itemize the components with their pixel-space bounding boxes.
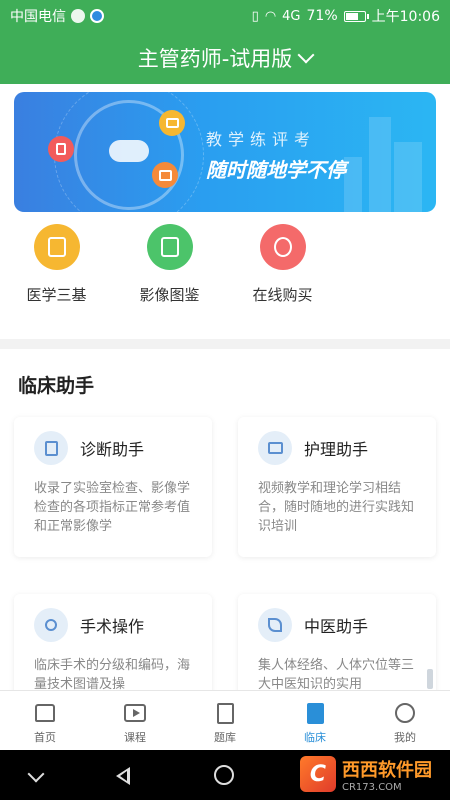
vibrate-icon: ▯ (251, 8, 259, 24)
quick-link-label: 医学三基 (26, 286, 87, 304)
tab-label: 课程 (124, 731, 146, 744)
monitor-icon (159, 110, 185, 136)
clock: 上午10:06 (371, 9, 440, 25)
battery-icon (343, 10, 369, 22)
cloud-icon (109, 140, 149, 162)
browser-icon (90, 9, 104, 23)
card-description: 视频教学和理论学习相结合，随时随地的进行实践知识培训 (258, 481, 415, 534)
video-icon (258, 431, 292, 465)
phone-icon (48, 136, 74, 162)
battery-percent: 71% (306, 8, 338, 24)
card-nursing-assistant[interactable]: 护理助手 视频教学和理论学习相结合，随时随地的进行实践知识培训 (238, 417, 436, 557)
status-bar: 中国电信 ▯ ◠ 4G 71% 上午10:06 (0, 0, 450, 32)
card-description: 临床手术的分级和编码，海量技术图谱及操 (34, 658, 191, 690)
money-bag-icon (259, 224, 306, 270)
header-title-button[interactable]: 主管药师-试用版 (0, 32, 450, 84)
tablet-icon (152, 162, 178, 188)
page-title: 主管药师-试用版 (137, 47, 293, 71)
tab-label: 题库 (214, 731, 236, 744)
watermark-site: CR173.COM (342, 781, 402, 793)
question-bank-icon (216, 702, 234, 724)
carrier-name: 中国电信 (10, 9, 66, 25)
album-icon (146, 224, 193, 270)
card-diagnosis-assistant[interactable]: 诊断助手 收录了实验室检查、影像学检查的各项指标正常参考值和正常影像学 (14, 417, 212, 557)
signal-icon: 4G (282, 8, 301, 24)
message-icon (71, 9, 85, 23)
watermark-logo: C (300, 756, 336, 792)
card-title: 护理助手 (304, 440, 369, 459)
nav-collapse-icon[interactable] (27, 765, 45, 783)
main-content[interactable]: 教学练评考 随时随地学不停 医学三基 影像图鉴 在线购买 临床助手 诊断助手 收… (0, 84, 450, 690)
quick-link-label: 在线购买 (252, 286, 313, 304)
watermark-name: 西西软件园 (342, 759, 432, 781)
card-title: 诊断助手 (80, 440, 145, 459)
quick-link-medical-basics[interactable]: 医学三基 (0, 224, 113, 305)
scrollbar[interactable] (427, 669, 433, 689)
tab-course[interactable]: 课程 (90, 691, 180, 750)
wifi-icon: ◠ (264, 8, 277, 24)
tab-question-bank[interactable]: 题库 (180, 691, 270, 750)
card-surgery-operation[interactable]: 手术操作 临床手术的分级和编码，海量技术图谱及操 (14, 594, 212, 690)
home-button-icon[interactable] (214, 765, 234, 785)
building-decor-icon (344, 157, 362, 212)
home-icon (35, 704, 55, 722)
promo-banner[interactable]: 教学练评考 随时随地学不停 (14, 92, 436, 212)
card-title: 中医助手 (304, 617, 369, 636)
section-title: 临床助手 (18, 375, 95, 397)
banner-line2: 随时随地学不停 (206, 158, 346, 182)
tab-profile[interactable]: 我的 (360, 691, 450, 750)
scissors-icon (34, 608, 68, 642)
quick-link-imaging-atlas[interactable]: 影像图鉴 (113, 224, 226, 305)
clinical-icon (306, 702, 324, 724)
leaf-icon (258, 608, 292, 642)
quick-link-buy-online[interactable]: 在线购买 (226, 224, 339, 305)
battery-fill (345, 12, 358, 20)
building-decor-icon (369, 117, 391, 212)
books-icon (33, 224, 80, 270)
clinical-assistant-section: 临床助手 诊断助手 收录了实验室检查、影像学检查的各项指标正常参考值和正常影像学… (0, 349, 450, 690)
watermark: C 西西软件园 CR173.COM (300, 752, 432, 796)
card-description: 收录了实验室检查、影像学检查的各项指标正常参考值和正常影像学 (34, 481, 191, 534)
tab-home[interactable]: 首页 (0, 691, 90, 750)
top-section: 教学练评考 随时随地学不停 医学三基 影像图鉴 在线购买 (0, 84, 450, 339)
chevron-down-icon (297, 46, 315, 64)
back-icon-inner (120, 771, 127, 781)
quick-links: 医学三基 影像图鉴 在线购买 (0, 224, 450, 305)
card-description: 集人体经络、人体穴位等三大中医知识的实用 (258, 658, 415, 690)
tab-label: 首页 (34, 731, 56, 744)
clipboard-icon (34, 431, 68, 465)
tab-label: 临床 (304, 731, 326, 744)
tab-clinical[interactable]: 临床 (270, 691, 360, 750)
profile-icon (395, 703, 415, 723)
tab-label: 我的 (394, 731, 416, 744)
banner-line1: 教学练评考 (206, 130, 317, 149)
card-title: 手术操作 (80, 617, 145, 636)
bottom-tab-bar: 首页 课程 题库 临床 我的 (0, 690, 450, 750)
quick-link-label: 影像图鉴 (139, 286, 200, 304)
course-play-icon (124, 704, 146, 722)
card-tcm-assistant[interactable]: 中医助手 集人体经络、人体穴位等三大中医知识的实用 (238, 594, 436, 690)
building-decor-icon (394, 142, 422, 212)
